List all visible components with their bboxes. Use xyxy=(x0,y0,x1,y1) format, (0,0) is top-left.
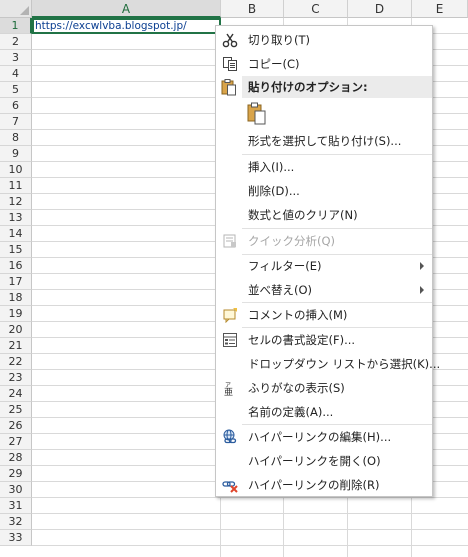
row-header-1[interactable]: 1 xyxy=(0,18,32,34)
menu-item-clear-contents[interactable]: 数式と値のクリア(N) xyxy=(216,203,432,227)
row-header-8[interactable]: 8 xyxy=(0,130,32,146)
menu-item-label: 形式を選択して貼り付け(S)... xyxy=(248,134,402,148)
quick-analysis-icon xyxy=(221,232,239,250)
menu-item-insert[interactable]: 挿入(I)... xyxy=(216,155,432,179)
menu-item-filter[interactable]: フィルター(E) xyxy=(216,254,432,278)
menu-item-label: 数式と値のクリア(N) xyxy=(248,208,358,222)
row-header-29[interactable]: 29 xyxy=(0,466,32,482)
row-header-15[interactable]: 15 xyxy=(0,242,32,258)
column-header-a[interactable]: A xyxy=(32,0,221,18)
phonetic-icon: ア亜 xyxy=(221,379,239,397)
row-header-26[interactable]: 26 xyxy=(0,418,32,434)
menu-item-label: 挿入(I)... xyxy=(248,160,295,174)
menu-item-delete[interactable]: 削除(D)... xyxy=(216,179,432,203)
menu-item-label: コメントの挿入(M) xyxy=(248,308,348,322)
remove-link-icon xyxy=(221,476,239,494)
menu-item-label: セルの書式設定(F)... xyxy=(248,333,356,347)
menu-item-label: 削除(D)... xyxy=(248,184,300,198)
row-header-24[interactable]: 24 xyxy=(0,386,32,402)
menu-item-label: ふりがなの表示(S) xyxy=(248,381,345,395)
cell-a1[interactable]: https://excwlvba.blogspot.jp/ xyxy=(32,18,221,34)
scissors-icon xyxy=(221,31,239,49)
menu-item-label: ハイパーリンクの編集(H)... xyxy=(248,430,392,444)
comment-icon xyxy=(221,306,239,324)
submenu-arrow-icon xyxy=(420,262,424,270)
menu-item-label: フィルター(E) xyxy=(248,259,322,273)
select-all-corner[interactable] xyxy=(0,0,32,18)
row-header-10[interactable]: 10 xyxy=(0,162,32,178)
menu-item-remove-hyperlink[interactable]: ハイパーリンクの削除(R) xyxy=(216,473,432,497)
menu-item-label: 並べ替え(O) xyxy=(248,283,313,297)
menu-item-copy[interactable]: コピー(C) xyxy=(216,52,432,76)
row-header-4[interactable]: 4 xyxy=(0,66,32,82)
context-menu: 切り取り(T) コピー(C) 貼り付けのオプション: 形式を選択して貼り付け(S… xyxy=(215,25,440,497)
row-header-5[interactable]: 5 xyxy=(0,82,32,98)
submenu-arrow-icon xyxy=(420,286,424,294)
row-header-11[interactable]: 11 xyxy=(0,178,32,194)
menu-item-open-hyperlink[interactable]: ハイパーリンクを開く(O) xyxy=(216,449,432,473)
menu-item-pick-from-list[interactable]: ドロップダウン リストから選択(K)... xyxy=(216,352,440,376)
row-header-14[interactable]: 14 xyxy=(0,226,32,242)
row-header-27[interactable]: 27 xyxy=(0,434,32,450)
row-header-3[interactable]: 3 xyxy=(0,50,32,66)
column-header-c[interactable]: C xyxy=(284,0,348,18)
menu-item-define-name[interactable]: 名前の定義(A)... xyxy=(216,400,432,424)
row-header-30[interactable]: 30 xyxy=(0,482,32,498)
globe-link-icon xyxy=(221,428,239,446)
row-header-9[interactable]: 9 xyxy=(0,146,32,162)
menu-item-label: ハイパーリンクを開く(O) xyxy=(248,454,381,468)
menu-item-label: 切り取り(T) xyxy=(248,33,310,47)
menu-item-sort[interactable]: 並べ替え(O) xyxy=(216,278,432,302)
paste-option-button[interactable] xyxy=(246,102,270,128)
row-header-32[interactable]: 32 xyxy=(0,514,32,530)
row-header-13[interactable]: 13 xyxy=(0,210,32,226)
column-header-b[interactable]: B xyxy=(221,0,284,18)
clipboard-icon xyxy=(246,102,268,130)
menu-item-label: 名前の定義(A)... xyxy=(248,405,334,419)
row-header-33[interactable]: 33 xyxy=(0,530,32,546)
row-header-18[interactable]: 18 xyxy=(0,290,32,306)
row-header-31[interactable]: 31 xyxy=(0,498,32,514)
menu-item-cut[interactable]: 切り取り(T) xyxy=(216,28,432,52)
format-cells-icon xyxy=(221,331,239,349)
row-header-22[interactable]: 22 xyxy=(0,354,32,370)
menu-item-label: ハイパーリンクの削除(R) xyxy=(248,478,380,492)
clipboard-icon xyxy=(221,78,239,96)
row-header-16[interactable]: 16 xyxy=(0,258,32,274)
row-header-17[interactable]: 17 xyxy=(0,274,32,290)
row-header-21[interactable]: 21 xyxy=(0,338,32,354)
row-header-25[interactable]: 25 xyxy=(0,402,32,418)
column-header-e[interactable]: E xyxy=(412,0,468,18)
row-header-28[interactable]: 28 xyxy=(0,450,32,466)
menu-item-label: コピー(C) xyxy=(248,57,300,71)
row-header-23[interactable]: 23 xyxy=(0,370,32,386)
column-header-d[interactable]: D xyxy=(348,0,412,18)
menu-item-format-cells[interactable]: セルの書式設定(F)... xyxy=(216,328,432,352)
menu-item-paste-special[interactable]: 形式を選択して貼り付け(S)... xyxy=(216,129,432,153)
copy-icon xyxy=(221,55,239,73)
menu-item-edit-hyperlink[interactable]: ハイパーリンクの編集(H)... xyxy=(216,425,432,449)
row-header-2[interactable]: 2 xyxy=(0,34,32,50)
row-header-12[interactable]: 12 xyxy=(0,194,32,210)
row-header-19[interactable]: 19 xyxy=(0,306,32,322)
row-header-6[interactable]: 6 xyxy=(0,98,32,114)
menu-item-quick-analysis[interactable]: クイック分析(Q) xyxy=(216,229,432,253)
menu-item-show-phonetic[interactable]: ア亜 ふりがなの表示(S) xyxy=(216,376,432,400)
row-header-20[interactable]: 20 xyxy=(0,322,32,338)
svg-text:亜: 亜 xyxy=(224,387,233,396)
menu-item-label: クイック分析(Q) xyxy=(248,234,336,248)
row-header-7[interactable]: 7 xyxy=(0,114,32,130)
menu-item-insert-comment[interactable]: コメントの挿入(M) xyxy=(216,303,432,327)
menu-item-label: ドロップダウン リストから選択(K)... xyxy=(248,357,441,371)
paste-options-header: 貼り付けのオプション: xyxy=(242,76,432,98)
